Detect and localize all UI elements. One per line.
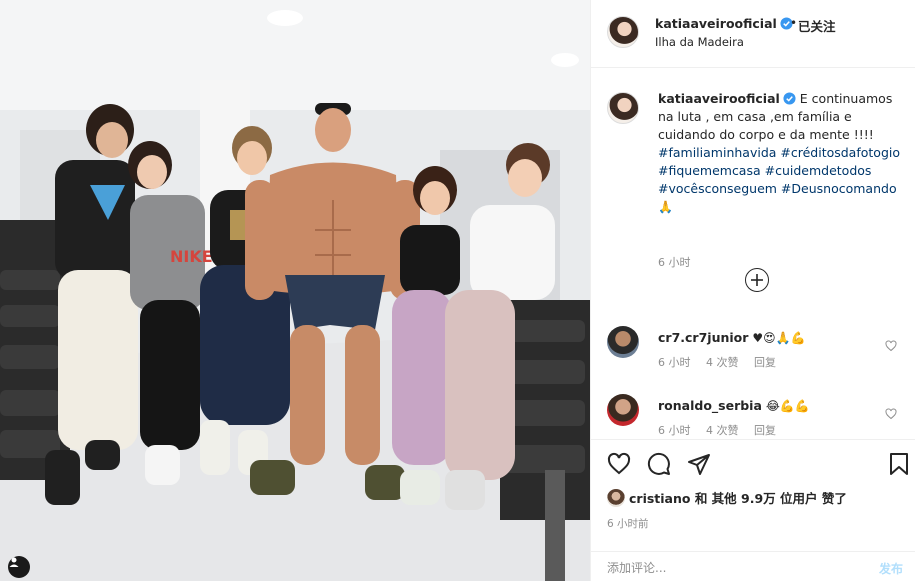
like-comment-heart-icon[interactable] xyxy=(885,340,897,352)
post-actions: cristiano 和 其他 9.9万 位用户 赞了 6 小时前 发布 xyxy=(591,439,915,581)
following-button[interactable]: 已关注 xyxy=(798,16,836,35)
comment-likes[interactable]: 4 次赞 xyxy=(706,356,739,369)
gym-group-photo: NIKE xyxy=(0,0,590,581)
likes-summary[interactable]: cristiano 和 其他 9.9万 位用户 赞了 xyxy=(607,488,847,507)
post-header: katiaaveirooficial • 已关注 Ilha da Madeira xyxy=(591,0,915,68)
comment-text: ♥😍🙏💪 xyxy=(752,331,806,345)
like-heart-icon[interactable] xyxy=(607,452,631,476)
save-bookmark-icon[interactable] xyxy=(887,452,911,476)
post-photo[interactable]: NIKE xyxy=(0,0,590,581)
reply-button[interactable]: 回复 xyxy=(754,356,776,369)
caption-time[interactable]: 6 小时 xyxy=(658,254,691,270)
liker-avatar xyxy=(607,489,625,507)
caption-hashtags[interactable]: #familiaminhavida #créditosdafotogio #fi… xyxy=(658,145,900,196)
plus-icon xyxy=(751,274,763,286)
comment-item: cr7.cr7junior ♥😍🙏💪 6 小时 4 次赞 回复 xyxy=(607,324,907,384)
add-comment-bar: 发布 xyxy=(591,551,915,581)
comment-time[interactable]: 6 小时 xyxy=(658,424,691,437)
comment-item: ronaldo_serbia 😂💪💪 6 小时 4 次赞 回复 xyxy=(607,392,907,439)
location-link[interactable]: Ilha da Madeira xyxy=(655,35,744,49)
comment-input[interactable] xyxy=(607,558,847,578)
post-comment-button[interactable]: 发布 xyxy=(879,560,903,577)
comments-area[interactable]: katiaaveirooficial E continuamos na luta… xyxy=(591,68,915,439)
separator-dot: • xyxy=(790,16,798,30)
load-more-comments-button[interactable] xyxy=(745,268,769,292)
caption-author-avatar[interactable] xyxy=(607,92,639,124)
comment-likes[interactable]: 4 次赞 xyxy=(706,424,739,437)
post-timestamp[interactable]: 6 小时前 xyxy=(607,516,649,531)
likes-text[interactable]: cristiano 和 其他 9.9万 位用户 赞了 xyxy=(629,491,847,506)
share-paper-plane-icon[interactable] xyxy=(687,452,711,476)
reply-button[interactable]: 回复 xyxy=(754,424,776,437)
user-icon xyxy=(9,557,19,567)
author-username-text[interactable]: katiaaveirooficial xyxy=(655,16,777,31)
comment-text: 😂💪💪 xyxy=(765,399,810,413)
caption-username[interactable]: katiaaveirooficial xyxy=(658,91,796,106)
post-side-panel: katiaaveirooficial • 已关注 Ilha da Madeira… xyxy=(590,0,915,581)
caption-emoji: 🙏 xyxy=(658,200,673,214)
comment-bubble-icon[interactable] xyxy=(647,452,671,476)
author-avatar[interactable] xyxy=(607,16,639,48)
commenter-avatar[interactable] xyxy=(607,326,639,358)
commenter-avatar[interactable] xyxy=(607,394,639,426)
comment-time[interactable]: 6 小时 xyxy=(658,356,691,369)
svg-text:NIKE: NIKE xyxy=(170,247,213,266)
commenter-username[interactable]: cr7.cr7junior xyxy=(658,330,748,345)
author-username[interactable]: katiaaveirooficial xyxy=(655,16,793,31)
verified-badge-icon xyxy=(783,92,796,105)
like-comment-heart-icon[interactable] xyxy=(885,408,897,420)
commenter-username[interactable]: ronaldo_serbia xyxy=(658,398,762,413)
tagged-users-button[interactable] xyxy=(8,556,30,578)
